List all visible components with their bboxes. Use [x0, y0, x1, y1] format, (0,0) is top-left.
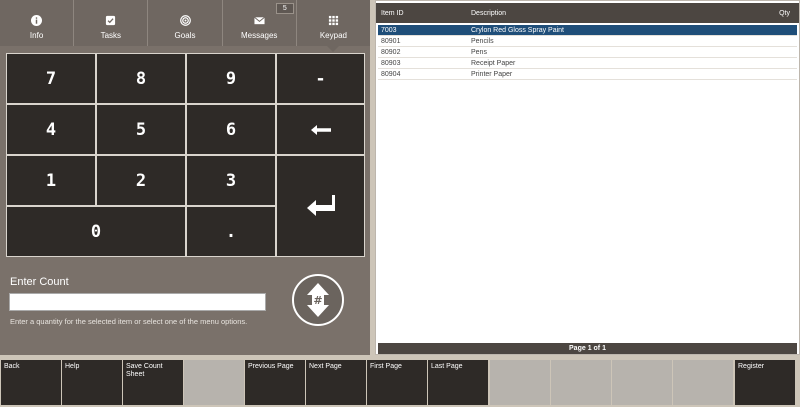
tab-info[interactable]: Info — [0, 0, 75, 46]
numeric-entry-toggle-button[interactable]: # — [292, 274, 344, 326]
tab-goals-label: Goals — [174, 31, 196, 40]
enter-key[interactable] — [277, 156, 364, 256]
tab-messages[interactable]: 5 Messages — [223, 0, 297, 46]
tab-keypad[interactable]: Keypad — [297, 0, 370, 52]
table-row[interactable]: 80901 Pencils — [378, 36, 797, 47]
key-8[interactable]: 8 — [97, 54, 185, 103]
messages-count-badge: 5 — [275, 3, 294, 14]
toolbar-empty-button — [551, 360, 611, 405]
key-3[interactable]: 3 — [187, 156, 275, 205]
column-item-id[interactable]: Item ID — [381, 10, 404, 17]
key-6[interactable]: 6 — [187, 105, 275, 154]
numeric-keypad: 7 8 9 - 4 5 6 1 2 3 0 . — [6, 53, 365, 257]
row-description: Printer Paper — [471, 71, 513, 78]
toolbar-empty-button — [612, 360, 672, 405]
row-item-id: 7003 — [381, 27, 397, 34]
previous-page-button[interactable]: Previous Page — [245, 360, 305, 405]
last-page-button[interactable]: Last Page — [428, 360, 488, 405]
row-item-id: 80903 — [381, 60, 401, 67]
tab-bar: Info Tasks Goals 5 Messages Keypad — [0, 0, 370, 52]
backspace-key[interactable] — [277, 105, 364, 154]
row-description: Receipt Paper — [471, 60, 516, 67]
help-button[interactable]: Help — [62, 360, 122, 405]
key-9[interactable]: 9 — [187, 54, 275, 103]
key-4[interactable]: 4 — [7, 105, 95, 154]
svg-text:#: # — [313, 294, 322, 307]
function-toolbar: Back Help Save Count Sheet Previous Page… — [0, 358, 800, 407]
key-1[interactable]: 1 — [7, 156, 95, 205]
tab-keypad-label: Keypad — [319, 31, 347, 40]
tab-messages-label: Messages — [240, 31, 278, 40]
save-count-sheet-button[interactable]: Save Count Sheet — [123, 360, 183, 405]
column-qty[interactable]: Qty — [779, 10, 790, 17]
enter-return-icon — [306, 195, 335, 216]
key-minus[interactable]: - — [277, 54, 364, 103]
items-table: Item ID Description Qty 7003 Crylon Red … — [375, 0, 800, 355]
row-description: Pens — [471, 49, 487, 56]
tab-tasks[interactable]: Tasks — [74, 0, 149, 46]
tab-info-label: Info — [29, 31, 44, 40]
table-row[interactable]: 80903 Receipt Paper — [378, 58, 797, 69]
count-input[interactable] — [9, 293, 266, 311]
key-5[interactable]: 5 — [97, 105, 185, 154]
toolbar-empty-button — [184, 360, 244, 405]
envelope-icon — [253, 16, 265, 25]
table-row[interactable]: 80904 Printer Paper — [378, 69, 797, 80]
checkbox-icon — [106, 15, 116, 26]
row-description: Pencils — [471, 38, 494, 45]
tab-tasks-label: Tasks — [100, 31, 122, 40]
hash-updown-icon: # — [307, 283, 329, 317]
row-item-id: 80901 — [381, 38, 401, 45]
backspace-arrow-icon — [310, 124, 331, 135]
target-icon — [179, 15, 191, 26]
row-item-id: 80902 — [381, 49, 401, 56]
next-page-button[interactable]: Next Page — [306, 360, 366, 405]
key-7[interactable]: 7 — [7, 54, 95, 103]
row-description: Crylon Red Gloss Spray Paint — [471, 27, 564, 34]
table-header: Item ID Description Qty — [376, 3, 799, 23]
tab-goals[interactable]: Goals — [148, 0, 223, 46]
first-page-button[interactable]: First Page — [367, 360, 427, 405]
page-indicator: Page 1 of 1 — [378, 343, 797, 354]
back-button[interactable]: Back — [1, 360, 61, 405]
enter-count-label: Enter Count — [10, 276, 69, 288]
row-item-id: 80904 — [381, 71, 401, 78]
column-description[interactable]: Description — [471, 10, 506, 17]
toolbar-empty-button — [673, 360, 733, 405]
keypad-grid-icon — [328, 15, 338, 26]
keypad-panel: Info Tasks Goals 5 Messages Keypad 7 8 9 — [0, 0, 370, 355]
info-icon — [31, 15, 43, 26]
toolbar-empty-button — [490, 360, 550, 405]
table-row[interactable]: 80902 Pens — [378, 47, 797, 58]
register-button[interactable]: Register — [735, 360, 795, 405]
key-2[interactable]: 2 — [97, 156, 185, 205]
table-row[interactable]: 7003 Crylon Red Gloss Spray Paint — [378, 25, 797, 36]
key-decimal[interactable]: . — [187, 207, 275, 256]
entry-help-text: Enter a quantity for the selected item o… — [10, 317, 248, 326]
key-0[interactable]: 0 — [7, 207, 185, 256]
